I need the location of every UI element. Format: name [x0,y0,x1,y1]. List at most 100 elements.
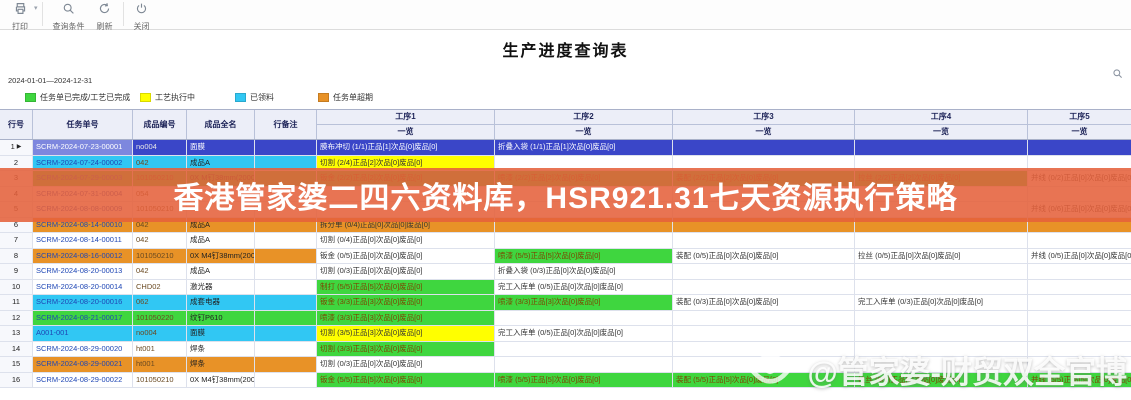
row-note-cell [255,295,317,310]
header-process-2: 工序2一览 [495,110,673,139]
legend-label: 任务单超期 [333,92,373,103]
print-button[interactable]: 打印 [6,0,34,32]
task-no-cell: SCRM-2024-08-29-00021 [33,357,133,372]
header-process-label: 工序5 [1028,110,1131,125]
table-row[interactable]: 7SCRM-2024-08-14-00011042成品A切割 (0/4)正品[0… [0,233,1131,249]
row-number-cell: 13 [0,326,33,341]
table-row[interactable]: 8SCRM-2024-08-16-000121010502100X M4钉38m… [0,249,1131,265]
process-cell [1028,233,1131,248]
process-cell: 喷漆 (3/3)正品[3]次品[0]废品[0] [317,311,495,326]
header-no: 行号 [0,110,33,139]
watermark-banner: 香港管家婆二四六资料库，HSR921.31七天资源执行策略 [0,168,1131,222]
legend-item: 任务单已完成/工艺已完成 [25,92,130,103]
process-cell [1028,311,1131,326]
process-cell: 折叠入袋 (1/1)正品[1]次品[0]废品[0] [495,140,673,155]
process-cell: 制打 (5/5)正品[5]次品[0]废品[0] [317,280,495,295]
row-note-cell [255,342,317,357]
table-row[interactable]: 10SCRM-2024-08-20-00014CHD02激光器制打 (5/5)正… [0,280,1131,296]
process-cell: 钣金 (3/3)正品[3]次品[0]废品[0] [317,295,495,310]
zoom-icon[interactable] [1112,68,1123,79]
close-label: 关闭 [134,21,150,32]
process-cell [495,233,673,248]
process-cell [1028,326,1131,341]
process-cell: 切割 (0/3)正品[0]次品[0]废品[0] [317,264,495,279]
row-number-cell: 7 [0,233,33,248]
query-conditions-button[interactable]: 查询条件 [47,0,91,32]
process-cell [1028,140,1131,155]
process-cell: 完工入库单 (0/5)正品[0]次品[0]废品[0] [495,280,673,295]
task-no-cell: SCRM-2024-07-23-00001 [33,140,133,155]
process-cell: 切割 (3/3)正品[3]次品[0]废品[0] [317,342,495,357]
process-cell [855,233,1028,248]
row-number-cell: 12 [0,311,33,326]
product-code-cell: no004 [133,326,187,341]
product-name-cell: 成品A [187,264,255,279]
row-note-cell [255,373,317,388]
process-cell: 喷漆 (5/5)正品[5]次品[0]废品[0] [495,249,673,264]
table-row[interactable]: 13A001-001no004面膜切割 (3/5)正品[3]次品[0]废品[0]… [0,326,1131,342]
row-note-cell [255,280,317,295]
header-overview-label: 一览 [855,125,1027,139]
legend-label: 工艺执行中 [155,92,195,103]
process-cell: 切割 (3/5)正品[3]次品[0]废品[0] [317,326,495,341]
header-overview-label: 一览 [495,125,672,139]
product-name-cell: 成品A [187,233,255,248]
table-row[interactable]: 11SCRM-2024-08-20-00016062成套电器钣金 (3/3)正品… [0,295,1131,311]
watermark-handle: @管家婆-财贸双全官博 [807,347,1127,392]
print-dropdown-caret-icon[interactable]: ▾ [34,4,38,12]
row-note-cell [255,140,317,155]
legend-swatch [318,93,329,102]
task-no-cell: SCRM-2024-08-20-00014 [33,280,133,295]
process-cell [855,326,1028,341]
product-name-cell: 焊条 [187,342,255,357]
product-name-cell: 纹钉P610 [187,311,255,326]
task-no-cell: SCRM-2024-08-29-00022 [33,373,133,388]
process-cell [495,311,673,326]
product-code-cell: 101050220 [133,311,187,326]
legend-swatch [235,93,246,102]
legend-label: 已领料 [250,92,274,103]
weibo-eye-icon [747,343,797,395]
product-code-cell: 042 [133,264,187,279]
row-note-cell [255,264,317,279]
legend-item: 任务单超期 [318,92,373,103]
process-cell: 膜布冲切 (1/1)正品[1]次品[0]废品[0] [317,140,495,155]
close-button[interactable]: 关闭 [128,0,156,32]
legend-label: 任务单已完成/工艺已完成 [40,92,130,103]
process-cell: 拉丝 (0/5)正品[0]次品[0]废品[0] [855,249,1028,264]
table-header: 行号任务单号成品编号成品全名行备注工序1一览工序2一览工序3一览工序4一览工序5… [0,110,1131,140]
refresh-icon [98,2,111,20]
row-number-cell: 1▶ [0,140,33,155]
product-name-cell: 面膜 [187,140,255,155]
process-cell: 完工入库单 (0/3)正品[0]次品[0]废品[0] [855,295,1028,310]
process-cell: 折叠入袋 (0/3)正品[0]次品[0]废品[0] [495,264,673,279]
header-process-3: 工序3一览 [673,110,855,139]
printer-icon [14,2,27,20]
refresh-button[interactable]: 刷新 [91,0,119,32]
header-overview-label: 一览 [1028,125,1131,139]
process-cell [495,357,673,372]
row-note-cell [255,311,317,326]
table-row[interactable]: 12SCRM-2024-08-21-00017101050220纹钉P610 喷漆… [0,311,1131,327]
header-task: 任务单号 [33,110,133,139]
legend-swatch [140,93,151,102]
process-cell: 切割 (0/4)正品[0]次品[0]废品[0] [317,233,495,248]
table-row[interactable]: 9SCRM-2024-08-20-00013042成品A切割 (0/3)正品[0… [0,264,1131,280]
process-cell [673,311,855,326]
row-note-cell [255,326,317,341]
process-cell [855,140,1028,155]
legend-swatch [25,93,36,102]
process-cell [673,140,855,155]
process-cell: 装配 (0/5)正品[0]次品[0]废品[0] [673,249,855,264]
query-conditions-label: 查询条件 [53,21,85,32]
product-name-cell: 成套电器 [187,295,255,310]
table-row[interactable]: 1▶SCRM-2024-07-23-00001no004面膜膜布冲切 (1/1)… [0,140,1131,156]
process-cell: 完工入库单 (0/5)正品[0]次品[0]废品[0] [495,326,673,341]
row-number-cell: 10 [0,280,33,295]
row-note-cell [255,233,317,248]
process-cell: 喷漆 (3/3)正品[3]次品[0]废品[0] [495,295,673,310]
product-code-cell: 101050210 [133,373,187,388]
task-no-cell: SCRM-2024-08-21-00017 [33,311,133,326]
row-number-cell: 16 [0,373,33,388]
row-number-cell: 11 [0,295,33,310]
